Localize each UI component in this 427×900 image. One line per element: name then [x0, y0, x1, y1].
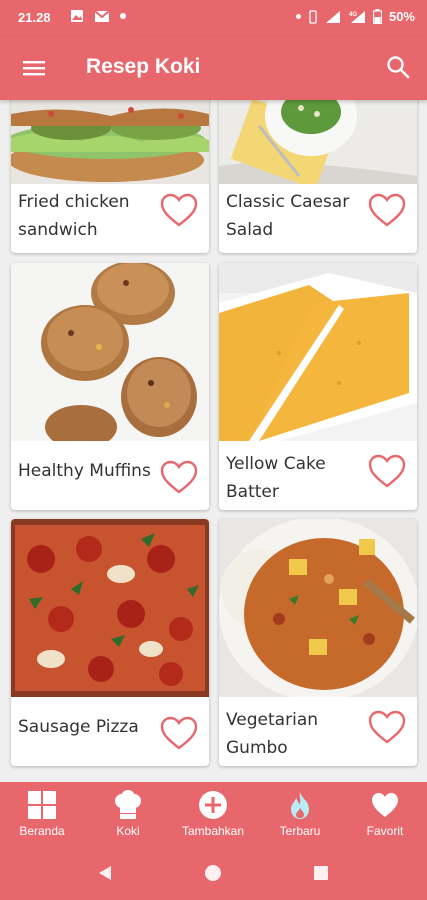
recipe-image [11, 100, 209, 184]
nav-label: Koki [116, 824, 140, 838]
recipe-name: Sausage Pizza [18, 717, 139, 737]
heart-icon[interactable] [159, 192, 199, 228]
status-bar: 21.28 4G 50% [0, 0, 427, 36]
search-icon[interactable] [385, 54, 411, 80]
svg-text:4G: 4G [349, 12, 357, 18]
home-icon[interactable] [204, 864, 222, 882]
battery-percent: 50% [388, 9, 415, 24]
chef-hat-icon [115, 790, 141, 819]
dot-icon [120, 13, 126, 19]
nav-label: Terbaru [279, 824, 321, 838]
recipe-grid: Fried chicken sandwich Classic Caesar Sa… [0, 100, 427, 782]
recipe-card[interactable]: Vegetarian Gumbo [219, 519, 417, 766]
heart-icon[interactable] [367, 709, 407, 745]
recipe-card[interactable]: Classic Caesar Salad [219, 100, 417, 253]
nav-item-beranda[interactable]: Beranda [2, 790, 82, 838]
hamburger-menu-icon[interactable] [22, 56, 46, 80]
recipe-card[interactable]: Healthy Muffins [11, 263, 209, 510]
nav-item-terbaru[interactable]: Terbaru [260, 790, 340, 838]
nav-label: Beranda [19, 824, 65, 838]
recipe-card[interactable]: Fried chicken sandwich [11, 100, 209, 253]
signal-icon: 4G [349, 10, 365, 23]
app-title: Resep Koki [86, 55, 201, 78]
nav-item-koki[interactable]: Koki [88, 790, 168, 838]
nav-label: Favorit [366, 824, 404, 838]
back-icon[interactable] [96, 864, 114, 882]
recipe-name: Vegetarian Gumbo [226, 710, 319, 758]
recipe-name: Fried chicken sandwich [18, 192, 130, 240]
recipe-image [11, 263, 209, 441]
flame-icon [291, 792, 309, 819]
gallery-icon [71, 10, 83, 22]
grid-icon [28, 791, 56, 819]
recipe-image [11, 519, 209, 697]
system-navigation-bar [0, 846, 427, 900]
recipe-name: Healthy Muffins [18, 461, 151, 481]
nav-item-tambahkan[interactable]: Tambahkan [173, 790, 253, 838]
heart-icon [372, 793, 398, 817]
heart-icon[interactable] [159, 715, 199, 751]
recipe-name: Yellow Cake Batter [226, 454, 326, 502]
status-time: 21.28 [18, 10, 51, 25]
recipe-name: Classic Caesar Salad [226, 192, 350, 240]
nav-label: Tambahkan [181, 824, 245, 838]
app-bar: Resep Koki [0, 36, 427, 100]
heart-icon[interactable] [367, 453, 407, 489]
dot-icon [295, 14, 301, 19]
recipe-card[interactable]: Yellow Cake Batter [219, 263, 417, 510]
recipe-card[interactable]: Sausage Pizza [11, 519, 209, 766]
bottom-navigation: Beranda Koki Tambahkan Terbaru Favorit [0, 782, 427, 846]
recents-icon[interactable] [312, 864, 330, 882]
battery-icon [372, 9, 382, 24]
vibrate-icon [309, 9, 317, 24]
wifi-icon [325, 10, 340, 23]
recipe-image [219, 100, 417, 184]
recipe-image [219, 519, 417, 697]
heart-icon[interactable] [367, 192, 407, 228]
recipe-image [219, 263, 417, 441]
heart-icon[interactable] [159, 459, 199, 495]
gmail-icon [94, 9, 110, 22]
add-circle-icon [199, 791, 227, 819]
nav-item-favorit[interactable]: Favorit [345, 790, 425, 838]
